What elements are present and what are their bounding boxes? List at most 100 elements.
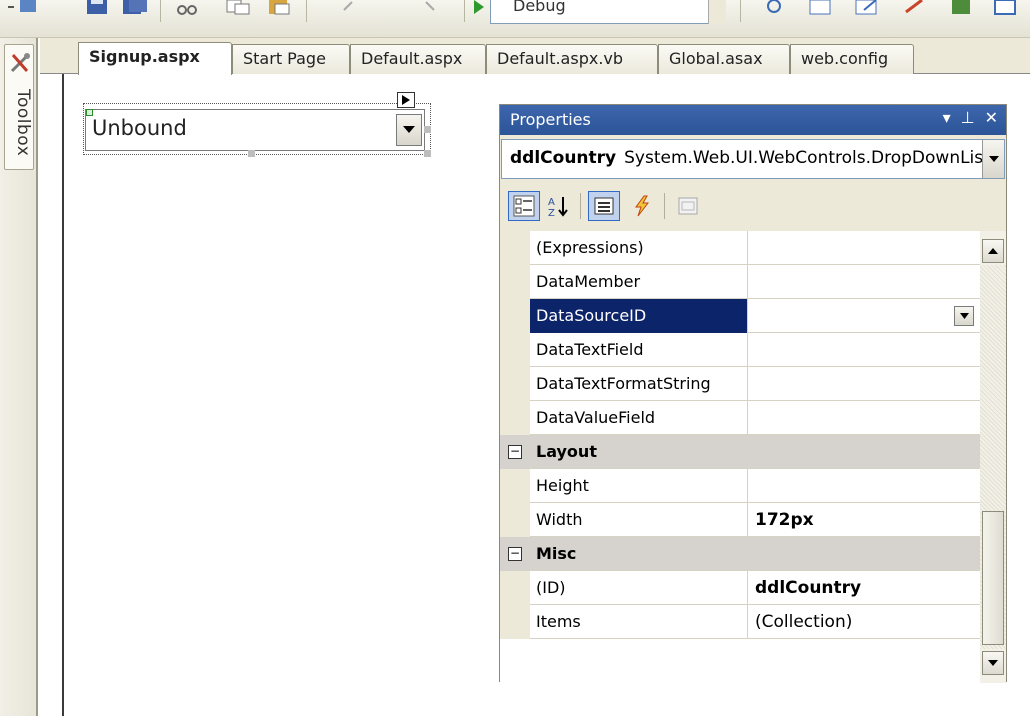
- toolbox-tools-icon: [10, 53, 30, 73]
- property-grid: (Expressions) DataMember DataSourceID Da…: [500, 231, 980, 683]
- property-row-width[interactable]: Width 172px: [500, 503, 980, 537]
- property-pages-button[interactable]: [672, 191, 704, 221]
- property-name: (Expressions): [530, 231, 748, 265]
- collapse-icon[interactable]: −: [508, 445, 522, 459]
- paste-icon[interactable]: [262, 0, 296, 18]
- solution-configuration-arrow[interactable]: [708, 0, 726, 24]
- scroll-down-button[interactable]: [982, 651, 1004, 675]
- start-page-icon[interactable]: [990, 0, 1020, 18]
- undo-icon[interactable]: [338, 0, 362, 18]
- navigate-icon[interactable]: [4, 0, 40, 18]
- toolbox-tab[interactable]: Toolbox: [4, 44, 34, 170]
- object-browser-icon[interactable]: [946, 0, 976, 18]
- property-pages-icon: [594, 197, 614, 215]
- save-all-icon[interactable]: [118, 0, 152, 18]
- property-name: (ID): [530, 571, 748, 605]
- property-value[interactable]: 172px: [749, 503, 980, 537]
- datasourceid-dropdown-button[interactable]: [954, 306, 974, 326]
- properties-view-button[interactable]: [588, 191, 620, 221]
- property-value[interactable]: [749, 333, 980, 367]
- property-name: DataTextFormatString: [530, 367, 748, 401]
- solution-explorer-icon[interactable]: [806, 0, 836, 18]
- svg-text:Z: Z: [548, 208, 555, 218]
- object-selector-arrow[interactable]: [982, 140, 1004, 178]
- tab-label: web.config: [801, 49, 889, 68]
- auto-hide-pin-icon[interactable]: ⊥: [961, 108, 975, 127]
- resize-handle-right[interactable]: [424, 126, 431, 133]
- property-row-items[interactable]: Items (Collection): [500, 605, 980, 639]
- cut-icon[interactable]: [172, 0, 202, 18]
- page-margin-guide: [62, 74, 64, 716]
- property-name: Width: [530, 503, 748, 537]
- property-name: DataSourceID: [530, 299, 748, 333]
- dropdown-text: Unbound: [92, 116, 187, 140]
- window-position-icon[interactable]: ▾: [943, 108, 951, 127]
- property-value[interactable]: [749, 299, 980, 333]
- chevron-up-icon: [988, 248, 998, 254]
- property-grid-scrollbar[interactable]: [980, 231, 1006, 683]
- solution-configuration-combo[interactable]: Debug: [490, 0, 722, 24]
- properties-window: Properties ▾ ⊥ ✕ ddlCountry System.Web.UI…: [499, 104, 1007, 683]
- property-value[interactable]: ddlCountry: [749, 571, 980, 605]
- property-row-height[interactable]: Height: [500, 469, 980, 503]
- events-button[interactable]: [626, 191, 658, 221]
- dropdown-arrow-button[interactable]: [396, 114, 422, 146]
- object-selector-combo[interactable]: ddlCountry System.Web.UI.WebControls.Drop…: [501, 139, 1005, 179]
- scroll-up-button[interactable]: [982, 239, 1004, 263]
- tab-global-asax[interactable]: Global.asax: [658, 44, 790, 74]
- property-value[interactable]: [749, 401, 980, 435]
- redo-icon[interactable]: [420, 0, 444, 18]
- find-icon[interactable]: [762, 0, 792, 18]
- tab-label: Signup.aspx: [89, 47, 200, 66]
- properties-title-bar[interactable]: Properties ▾ ⊥ ✕: [500, 105, 1006, 135]
- toolbox-icon[interactable]: [900, 0, 930, 18]
- property-name: DataTextField: [530, 333, 748, 367]
- resize-handle-bottom[interactable]: [248, 150, 255, 157]
- property-value[interactable]: [749, 367, 980, 401]
- properties-toolbar: A Z: [500, 183, 1006, 229]
- categorized-button[interactable]: [508, 191, 540, 221]
- property-row-expressions[interactable]: (Expressions): [500, 231, 980, 265]
- object-type: System.Web.UI.WebControls.DropDownList: [624, 148, 990, 168]
- property-row-id[interactable]: (ID) ddlCountry: [500, 571, 980, 605]
- tab-start-page[interactable]: Start Page: [232, 44, 350, 74]
- alphabetical-button[interactable]: A Z: [542, 191, 574, 221]
- category-row-misc[interactable]: − Misc: [500, 537, 980, 571]
- tab-default-aspx[interactable]: Default.aspx: [350, 44, 486, 74]
- copy-icon[interactable]: [222, 0, 256, 18]
- property-row-datatextformatstring[interactable]: DataTextFormatString: [500, 367, 980, 401]
- property-name: Height: [530, 469, 748, 503]
- scroll-thumb[interactable]: [982, 511, 1004, 645]
- chevron-down-icon: [403, 126, 415, 133]
- tab-label: Default.aspx: [361, 49, 463, 68]
- object-name: ddlCountry: [510, 148, 617, 168]
- tab-default-aspx-vb[interactable]: Default.aspx.vb: [486, 44, 658, 74]
- property-name: Items: [530, 605, 748, 639]
- properties-icon[interactable]: [852, 0, 882, 18]
- property-value[interactable]: [749, 231, 980, 265]
- property-value[interactable]: [749, 265, 980, 299]
- collapse-icon[interactable]: −: [508, 547, 522, 561]
- start-debugging-icon[interactable]: [470, 0, 488, 18]
- property-row-datatextfield[interactable]: DataTextField: [500, 333, 980, 367]
- tab-web-config[interactable]: web.config: [790, 44, 914, 74]
- category-row-layout[interactable]: − Layout: [500, 435, 980, 469]
- save-icon[interactable]: [80, 0, 114, 18]
- chevron-right-icon: [402, 95, 410, 105]
- category-name: Misc: [536, 544, 577, 563]
- property-row-datavaluefield[interactable]: DataValueField: [500, 401, 980, 435]
- smart-tag-button[interactable]: [397, 92, 415, 108]
- chevron-down-icon: [988, 660, 998, 666]
- country-dropdown[interactable]: Unbound: [85, 109, 425, 151]
- tab-signup-aspx[interactable]: Signup.aspx: [78, 42, 232, 75]
- close-icon[interactable]: ✕: [985, 108, 998, 127]
- property-row-datasourceid[interactable]: DataSourceID: [500, 299, 980, 333]
- property-value[interactable]: (Collection): [749, 605, 980, 639]
- toolbox-strip: Toolbox: [0, 38, 38, 716]
- property-value[interactable]: [749, 469, 980, 503]
- tab-label: Start Page: [243, 49, 326, 68]
- property-pages-disabled-icon: [678, 197, 698, 215]
- resize-handle-corner[interactable]: [424, 150, 431, 157]
- toolbox-label: Toolbox: [13, 89, 33, 157]
- property-row-datamember[interactable]: DataMember: [500, 265, 980, 299]
